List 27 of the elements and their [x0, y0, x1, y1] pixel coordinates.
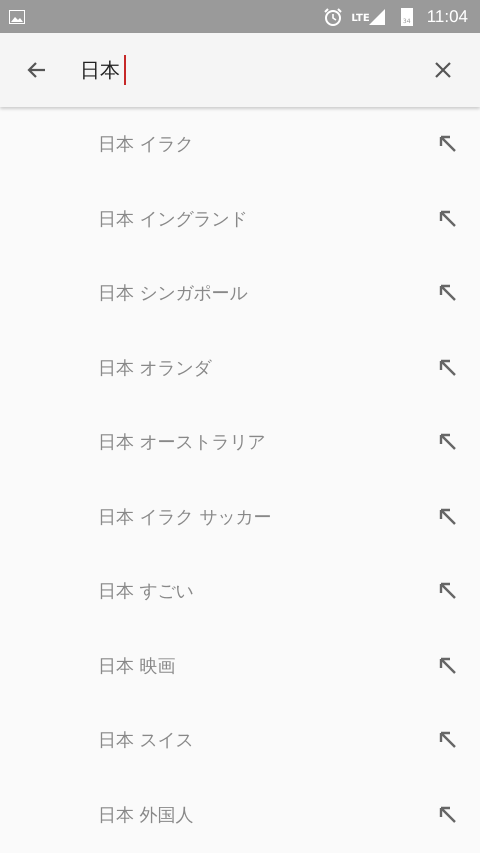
suggestion-item[interactable]: 日本 外国人: [98, 802, 194, 827]
suggestion-item[interactable]: 日本 オランダ: [98, 356, 212, 380]
suggestion-item[interactable]: 日本 オーストラリア: [98, 430, 266, 454]
fill-query-icon[interactable]: [439, 582, 457, 600]
clock: 11:04: [426, 6, 468, 26]
fill-query-icon[interactable]: [439, 433, 457, 452]
suggestion-item[interactable]: 日本 イングランド: [98, 206, 248, 231]
suggestion-item[interactable]: 日本 すごい: [98, 579, 194, 604]
fill-query-icon[interactable]: [439, 731, 457, 750]
suggestion-item[interactable]: 日本 映画: [98, 654, 176, 678]
fill-query-icon[interactable]: [439, 806, 457, 824]
suggestion-item[interactable]: 日本 イラク: [98, 132, 194, 156]
search-field[interactable]: 日本: [74, 50, 406, 90]
fill-query-icon[interactable]: [439, 656, 457, 675]
network-label: LTE: [351, 12, 370, 24]
suggestion-item[interactable]: 日本 シンガポール: [98, 281, 248, 306]
image-icon: [9, 10, 25, 24]
close-icon[interactable]: [433, 60, 453, 80]
alarm-icon: [323, 6, 344, 26]
suggestion-item[interactable]: 日本 イラク サッカー: [98, 504, 272, 529]
fill-query-icon[interactable]: [439, 210, 457, 228]
fill-query-icon[interactable]: [439, 508, 457, 526]
fill-query-icon[interactable]: [439, 358, 457, 377]
fill-query-icon[interactable]: [439, 135, 457, 154]
signal-icon: [368, 8, 385, 24]
suggestion-item[interactable]: 日本 スイス: [98, 728, 194, 752]
fill-query-icon[interactable]: [439, 284, 457, 302]
